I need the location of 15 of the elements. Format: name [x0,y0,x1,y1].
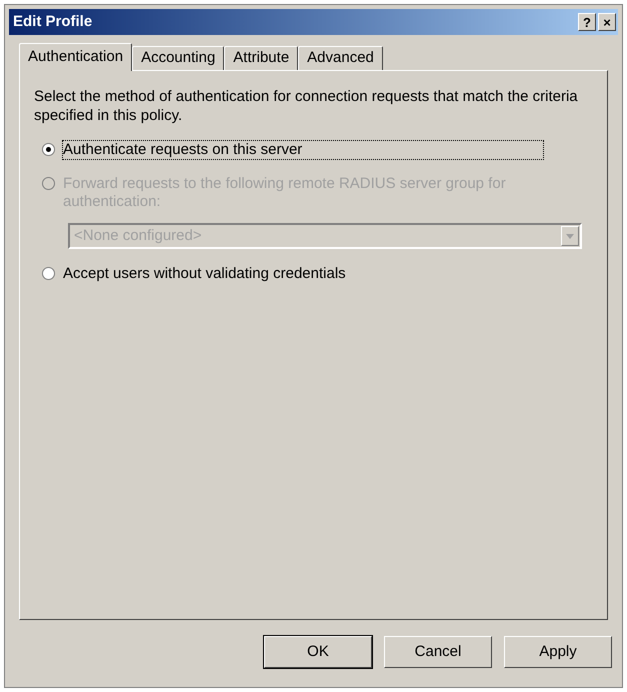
tab[interactable]: Authentication [19,43,132,71]
radio-label: Authenticate requests on this server [63,141,543,159]
radio-label: Accept users without validating credentials [63,265,347,283]
tab[interactable]: Accounting [132,46,224,70]
close-button[interactable]: × [598,13,616,31]
tab[interactable]: Advanced [298,46,383,70]
tab[interactable]: Attribute [224,46,298,70]
window-title: Edit Profile [12,12,92,32]
description-text: Select the method of authentication for connection requests that match the criteria specified in this policy. [34,87,579,125]
dialog-button[interactable]: Apply [504,636,612,668]
dialog-button[interactable]: OK [264,636,372,668]
radio-button[interactable] [42,267,55,280]
radio-button[interactable] [42,143,55,156]
help-button[interactable]: ? [578,13,596,31]
dialog-button[interactable]: Cancel [384,636,492,668]
